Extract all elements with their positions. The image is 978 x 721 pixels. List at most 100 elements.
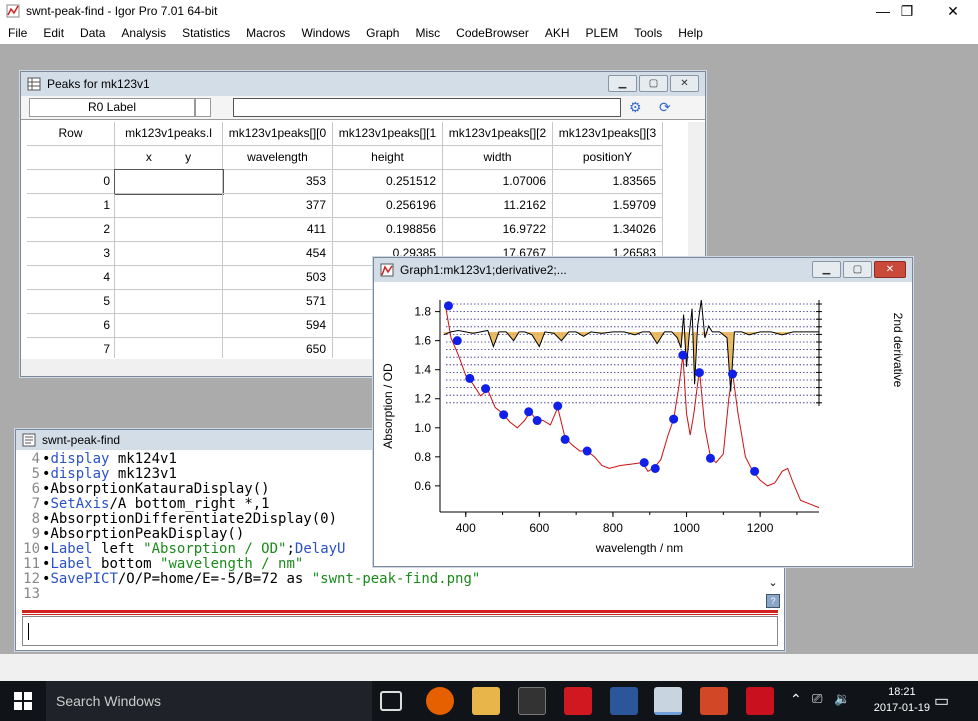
command-line[interactable]: 13 [20,587,768,602]
row-number[interactable]: 0 [27,170,115,194]
volume-icon[interactable]: 🔉 [834,691,850,707]
graph-close-button[interactable]: ✕ [874,261,906,278]
table-title-bar[interactable]: Peaks for mk123v1 ▁ ▢ ✕ [21,72,705,96]
column-header[interactable]: mk123v1peaks.l [115,122,223,146]
table-cell[interactable] [115,194,223,218]
help-icon[interactable]: ? [766,594,780,608]
gear-icon[interactable]: ⚙ [629,99,642,116]
notifications-icon[interactable]: ▭ [934,691,949,711]
row-number[interactable]: 6 [27,314,115,338]
peak-marker [750,466,760,476]
menu-akh[interactable]: AKH [537,22,578,44]
refresh-icon[interactable]: ⟳ [659,99,671,116]
table-cell[interactable]: 1.34026 [553,218,663,242]
table-close-button[interactable]: ✕ [670,75,699,92]
menu-macros[interactable]: Macros [238,22,293,44]
menu-data[interactable]: Data [72,22,113,44]
menu-plem[interactable]: PLEM [578,22,627,44]
table-cell[interactable]: 594 [223,314,333,338]
table-cell[interactable] [115,290,223,314]
row-number[interactable]: 4 [27,266,115,290]
table-minimize-button[interactable]: ▁ [608,75,637,92]
table-cell[interactable]: 377 [223,194,333,218]
table-cell[interactable]: 11.2162 [443,194,553,218]
table-cell[interactable]: 1.07006 [443,170,553,194]
powerpoint-icon[interactable] [700,687,728,715]
tray-chevron-icon[interactable]: ⌃ [790,691,802,708]
table-cell[interactable]: 0.198856 [333,218,443,242]
windows-start-icon[interactable] [14,692,32,710]
table-cell[interactable]: 454 [223,242,333,266]
command-input[interactable] [22,616,778,646]
menu-file[interactable]: File [0,22,35,44]
table-cell[interactable]: 571 [223,290,333,314]
table-cell[interactable] [115,338,223,358]
table-cell[interactable] [114,169,224,195]
table-cell[interactable]: 650 [223,338,333,358]
table-cell[interactable] [115,242,223,266]
restore-button[interactable]: ❐ [884,0,930,22]
menu-edit[interactable]: Edit [35,22,72,44]
menu-misc[interactable]: Misc [407,22,448,44]
firefox-icon[interactable] [426,687,454,715]
table-cell[interactable] [115,314,223,338]
menu-tools[interactable]: Tools [626,22,670,44]
table-cell[interactable]: 1.59709 [553,194,663,218]
column-header[interactable]: mk123v1peaks[][0 [223,122,333,146]
table-row[interactable]: 1 377 0.256196 11.2162 1.59709 [27,194,699,218]
table-cell[interactable]: 16.9722 [443,218,553,242]
igor-taskbar-icon[interactable] [654,687,682,715]
table-cell[interactable]: 0.251512 [333,170,443,194]
column-header[interactable]: Row [27,122,115,146]
column-header[interactable]: mk123v1peaks[][1 [333,122,443,146]
line-number: 8 [31,511,40,527]
y-tick-label: 1.0 [414,421,431,435]
graph-maximize-button[interactable]: ▢ [843,261,872,278]
entry-selector[interactable] [195,98,211,117]
graph-minimize-button[interactable]: ▁ [812,261,841,278]
task-view-icon[interactable] [380,691,402,711]
row-number[interactable]: 3 [27,242,115,266]
menu-windows[interactable]: Windows [293,22,358,44]
table-cell[interactable]: 411 [223,218,333,242]
scroll-down-icon[interactable]: ⌄ [766,576,780,590]
table-maximize-button[interactable]: ▢ [639,75,668,92]
row-number[interactable]: 2 [27,218,115,242]
taskbar-clock[interactable]: 18:21 2017-01-19 [874,684,930,716]
row-number[interactable]: 5 [27,290,115,314]
menu-help[interactable]: Help [670,22,711,44]
column-header[interactable]: mk123v1peaks[][2 [443,122,553,146]
table-cell[interactable]: 0.256196 [333,194,443,218]
store-icon[interactable] [518,687,546,715]
menu-analysis[interactable]: Analysis [113,22,174,44]
app-icon[interactable] [564,687,592,715]
line-number: 4 [31,452,40,467]
file-explorer-icon[interactable] [472,687,500,715]
close-button[interactable]: ✕ [930,0,976,22]
graph-window[interactable]: Graph1:mk123v1;derivative2;... ▁ ▢ ✕ 0.6… [373,257,913,567]
word-icon[interactable] [610,687,638,715]
table-cell[interactable] [115,218,223,242]
cell-entry-field[interactable] [233,98,621,117]
command-text: •AbsorptionPeakDisplay() [42,526,245,542]
column-header[interactable]: mk123v1peaks[][3 [553,122,663,146]
taskbar-search[interactable]: Search Windows [46,681,372,721]
absorption-chart[interactable]: 0.6 0.8 1.0 1.2 1.4 1.6 1.8 400 600 800 1000 1200 wa… [374,282,912,566]
table-cell[interactable]: 1.83565 [553,170,663,194]
network-icon[interactable]: ⎚ [812,691,822,707]
menu-statistics[interactable]: Statistics [174,22,238,44]
x-tick-label: 600 [529,521,549,535]
peak-marker [481,384,491,394]
table-cell[interactable]: 353 [223,170,333,194]
row-number[interactable]: 7 [27,338,115,358]
table-row[interactable]: 2 411 0.198856 16.9722 1.34026 [27,218,699,242]
menu-graph[interactable]: Graph [358,22,407,44]
row-number[interactable]: 1 [27,194,115,218]
menu-codebrowser[interactable]: CodeBrowser [448,22,537,44]
table-row[interactable]: 0 353 0.251512 1.07006 1.83565 [27,169,699,195]
graph-title-bar[interactable]: Graph1:mk123v1;derivative2;... ▁ ▢ ✕ [374,258,912,282]
table-cell[interactable]: 503 [223,266,333,290]
table-cell[interactable] [115,266,223,290]
acrobat-icon[interactable] [746,687,774,715]
command-line[interactable]: 12 •SavePICT/O/P=home/E=-5/B=72 as "swnt-… [20,572,768,587]
